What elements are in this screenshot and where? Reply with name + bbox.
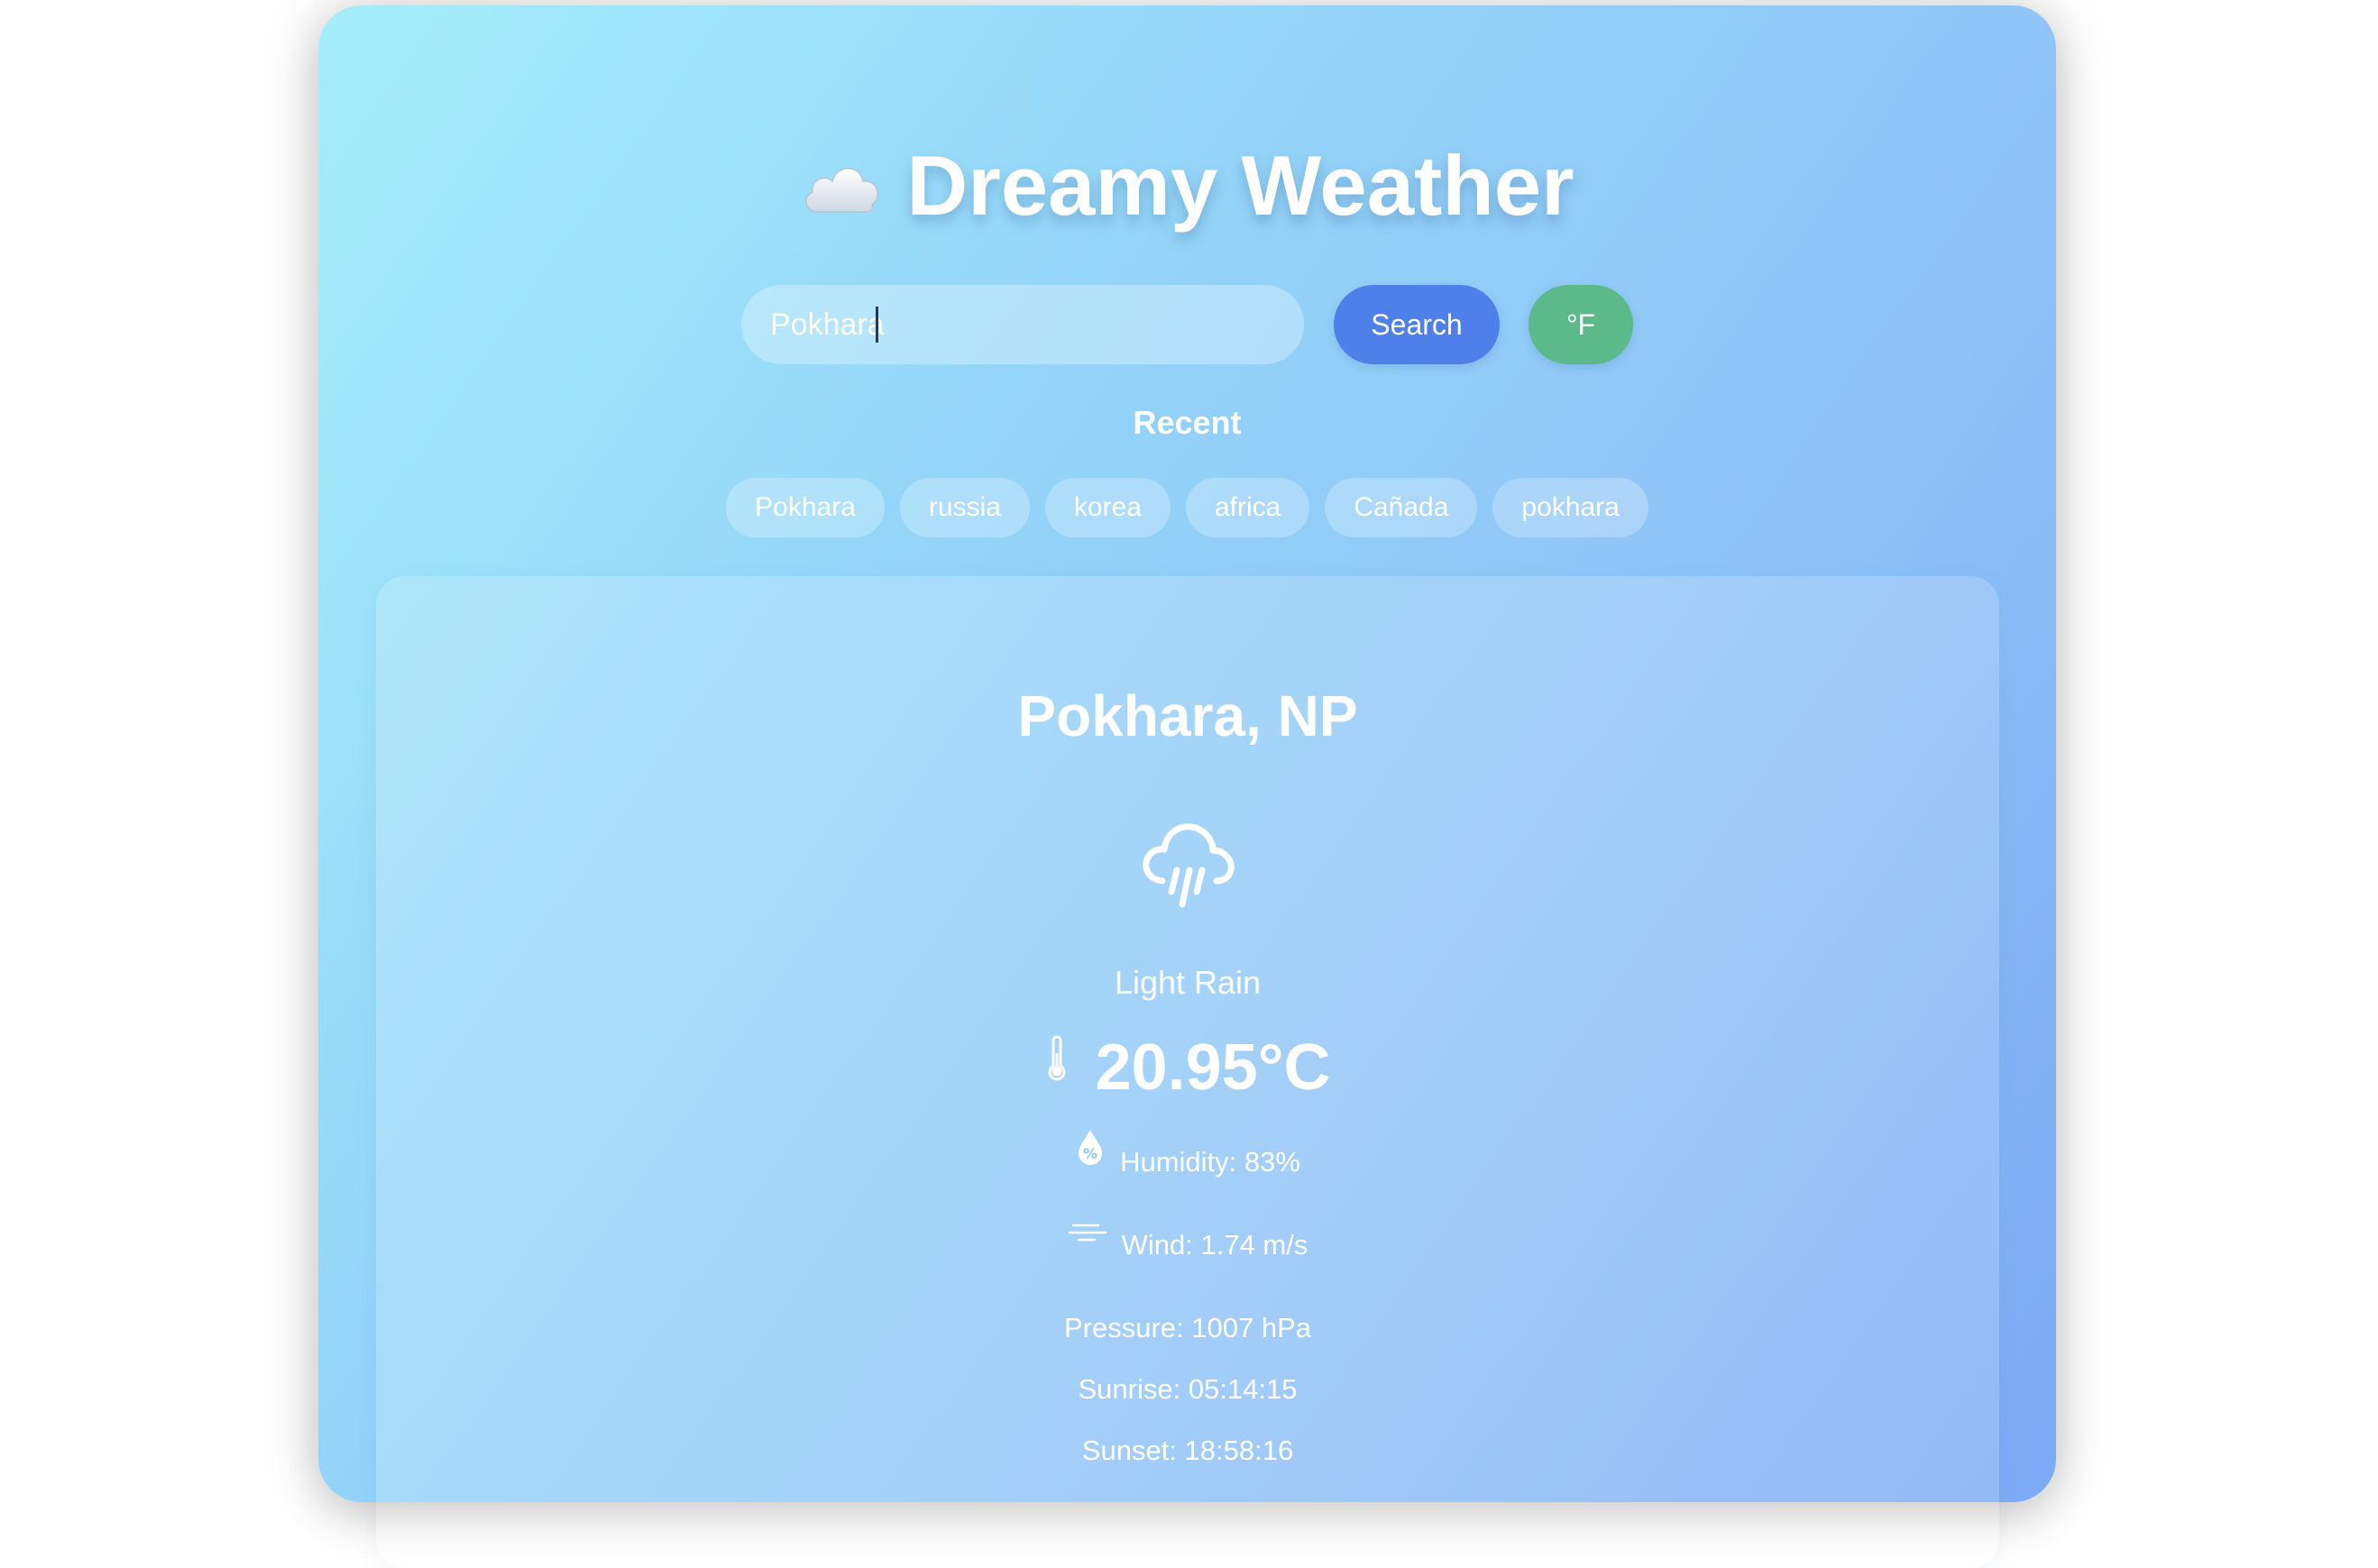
wind-row: Wind: 1.74 m/s	[376, 1224, 1999, 1261]
cloud-icon	[805, 168, 879, 213]
temperature-value: 20.95°C	[1095, 1032, 1331, 1104]
recent-heading: Recent	[1133, 404, 1242, 441]
thermometer-icon	[1048, 1035, 1065, 1081]
search-bar: Search °F	[318, 285, 2056, 364]
weather-app-window: Dreamy Weather Search °F Recent Pokhara …	[318, 5, 2056, 1568]
city-search-input[interactable]	[741, 285, 1304, 364]
recent-chip[interactable]: Cañada	[1325, 478, 1478, 537]
humidity-icon: %	[1079, 1130, 1103, 1165]
wind-icon	[1068, 1224, 1106, 1242]
humidity-row: % Humidity: 83%	[376, 1130, 1999, 1178]
search-button[interactable]: Search	[1334, 285, 1500, 364]
humidity-text: Humidity: 83%	[1120, 1146, 1300, 1178]
sunrise-text: Sunrise: 05:14:15	[1078, 1373, 1298, 1405]
rain-icon	[1143, 823, 1235, 908]
temperature-row: 20.95°C	[376, 1027, 1999, 1108]
location-name: Pokhara, NP	[1017, 683, 1358, 748]
pressure-text: Pressure: 1007 hPa	[1063, 1312, 1311, 1343]
recent-chip[interactable]: africa	[1185, 478, 1310, 537]
recent-chip[interactable]: korea	[1044, 478, 1171, 537]
recent-searches: Pokhara russia korea africa Cañada pokha…	[318, 478, 2056, 537]
recent-chip[interactable]: russia	[899, 478, 1030, 537]
recent-chip[interactable]: Pokhara	[726, 478, 885, 537]
app-title: Dreamy Weather	[318, 132, 2056, 240]
weather-card: Pokhara, NP Light Rain 20.95°C % Humidit…	[376, 576, 1999, 1568]
svg-text:%: %	[1083, 1145, 1097, 1162]
unit-toggle-button[interactable]: °F	[1529, 285, 1633, 364]
recent-chip[interactable]: pokhara	[1492, 478, 1648, 537]
wind-text: Wind: 1.74 m/s	[1121, 1229, 1308, 1261]
text-caret	[876, 307, 878, 343]
app-title-text: Dreamy Weather	[906, 138, 1575, 233]
weather-description: Light Rain	[1114, 964, 1262, 1001]
sunset-text: Sunset: 18:58:16	[1081, 1435, 1294, 1466]
